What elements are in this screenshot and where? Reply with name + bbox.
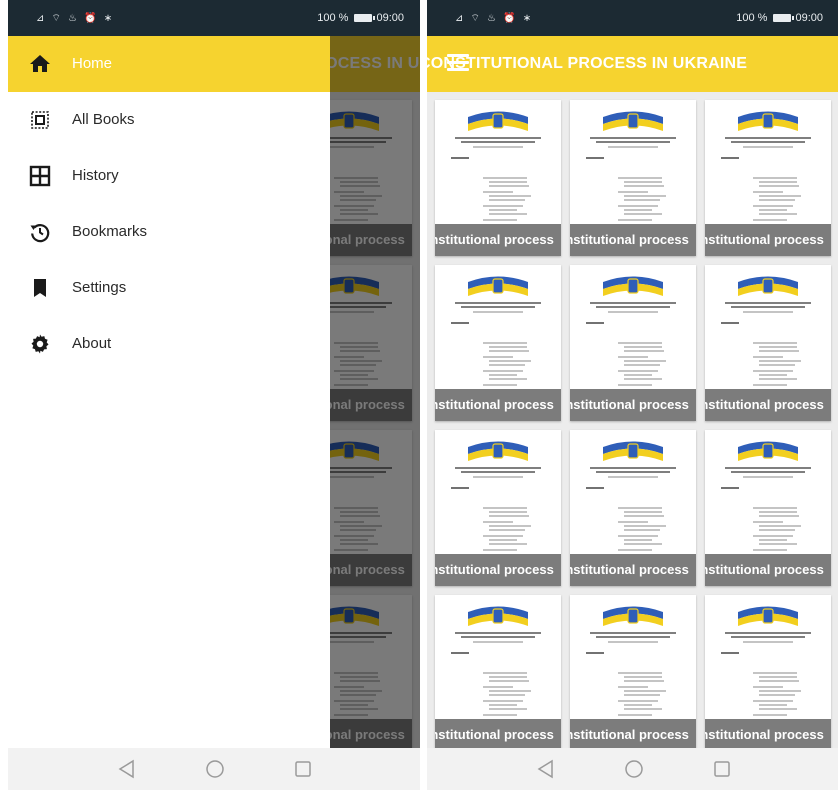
book-title-label: Constitutional process xyxy=(570,389,696,421)
book-card[interactable]: Constitutional process xyxy=(570,100,696,256)
book-cover-icon xyxy=(586,606,676,716)
book-cover-icon xyxy=(586,111,676,221)
signal-status-icons: ⊿ ⌔ ♨ ⏰ ∗ xyxy=(36,13,115,24)
book-card[interactable]: Constitutional process xyxy=(570,595,696,748)
drawer-item-label: Bookmarks xyxy=(72,223,148,240)
book-cover-icon xyxy=(721,276,811,386)
book-cover-icon xyxy=(721,606,811,716)
home-screen: ⊿ ⌔ ♨ ⏰ ∗ 100 % 09:00 CONSTITUTIONAL PRO… xyxy=(427,0,838,790)
book-cover-icon xyxy=(721,441,811,551)
battery-icon xyxy=(773,14,795,22)
bookmark-icon xyxy=(34,279,46,297)
book-title-label: Constitutional process xyxy=(435,554,561,586)
grid-icon xyxy=(29,165,51,187)
book-title: Constitutional process xyxy=(435,562,554,577)
book-card[interactable]: Constitutional process xyxy=(435,430,561,586)
app-bar: CONSTITUTIONAL PROCESS IN UKRAINE xyxy=(427,36,838,92)
status-right: 100 % 09:00 xyxy=(317,12,404,24)
home-circle-icon[interactable] xyxy=(623,758,645,780)
recents-square-icon[interactable] xyxy=(292,758,314,780)
book-title-label: Constitutional process xyxy=(705,224,831,256)
back-triangle-icon[interactable] xyxy=(116,758,138,780)
drawer-item-bookmarks[interactable]: Bookmarks xyxy=(8,204,330,260)
drawer-item-label: All Books xyxy=(72,111,135,128)
book-card[interactable]: Constitutional process xyxy=(570,430,696,586)
drawer-item-label: History xyxy=(72,167,119,184)
book-title: Constitutional process xyxy=(435,232,554,247)
book-title: Constitutional process xyxy=(570,232,689,247)
back-triangle-icon[interactable] xyxy=(535,758,557,780)
drawer-screen: ⊿ ⌔ ♨ ⏰ ∗ 100 % 09:00 CONSTITUTIONAL PRO… xyxy=(8,0,420,790)
book-title-label: Constitutional process xyxy=(570,719,696,748)
book-cover-icon xyxy=(586,276,676,386)
book-title: Constitutional process xyxy=(705,562,824,577)
system-nav-bar xyxy=(427,748,838,790)
book-card[interactable]: Constitutional process xyxy=(435,265,561,421)
drawer-item-label: Home xyxy=(72,55,113,72)
book-cover-icon xyxy=(451,276,541,386)
book-title-label: Constitutional process xyxy=(435,719,561,748)
book-title-label: Constitutional process xyxy=(705,719,831,748)
book-card[interactable]: Constitutional process xyxy=(705,595,831,748)
status-bar: ⊿ ⌔ ♨ ⏰ ∗ 100 % 09:00 xyxy=(8,0,420,36)
book-grid: Constitutional process Constitutional pro… xyxy=(435,100,831,748)
all-books-icon xyxy=(31,111,49,129)
book-title: Constitutional process xyxy=(570,727,689,742)
drawer-item-label: Settings xyxy=(72,279,127,296)
book-card[interactable]: Constitutional process xyxy=(705,100,831,256)
battery-icon xyxy=(354,14,376,22)
book-card[interactable]: Constitutional process xyxy=(705,265,831,421)
book-card[interactable]: Constitutional process xyxy=(435,100,561,256)
book-title: Constitutional process xyxy=(570,562,689,577)
book-title: Constitutional process xyxy=(705,232,824,247)
battery-percent: 100 % xyxy=(736,12,768,24)
history-icon xyxy=(30,224,50,243)
home-icon xyxy=(30,55,50,72)
book-card[interactable]: Constitutional process xyxy=(435,595,561,748)
drawer-scrim[interactable] xyxy=(330,36,420,748)
book-title-label: Constitutional process xyxy=(570,554,696,586)
book-card[interactable]: Constitutional process xyxy=(570,265,696,421)
drawer-item-about[interactable]: About xyxy=(8,316,330,372)
drawer-item-history[interactable]: History xyxy=(8,148,330,204)
drawer-item-label: About xyxy=(72,335,112,352)
drawer-item-home[interactable]: Home xyxy=(8,36,330,92)
gear-icon xyxy=(31,334,49,354)
book-cover-icon xyxy=(451,111,541,221)
book-title-label: Constitutional process xyxy=(705,389,831,421)
clock: 09:00 xyxy=(795,12,823,24)
drawer-item-all-books[interactable]: All Books xyxy=(8,92,330,148)
status-bar: ⊿ ⌔ ♨ ⏰ ∗ 100 % 09:00 xyxy=(427,0,838,36)
book-title: Constitutional process xyxy=(435,727,554,742)
system-nav-bar xyxy=(8,748,420,790)
app-title: CONSTITUTIONAL PROCESS IN UKRAINE xyxy=(427,55,748,72)
book-cover-icon xyxy=(586,441,676,551)
book-title: Constitutional process xyxy=(705,397,824,412)
drawer-item-settings[interactable]: Settings xyxy=(8,260,330,316)
status-right: 100 % 09:00 xyxy=(736,12,823,24)
book-title-label: Constitutional process xyxy=(435,224,561,256)
book-cover-icon xyxy=(721,111,811,221)
book-title-label: Constitutional process xyxy=(435,389,561,421)
book-grid-viewport[interactable]: Constitutional process Constitutional pro… xyxy=(427,92,838,748)
navigation-drawer: Home All Books History Bookmarks Setting… xyxy=(8,36,330,748)
book-title: Constitutional process xyxy=(570,397,689,412)
battery-percent: 100 % xyxy=(317,12,349,24)
book-title: Constitutional process xyxy=(705,727,824,742)
recents-square-icon[interactable] xyxy=(711,758,733,780)
book-cover-icon xyxy=(451,606,541,716)
book-cover-icon xyxy=(451,441,541,551)
clock: 09:00 xyxy=(376,12,404,24)
home-circle-icon[interactable] xyxy=(204,758,226,780)
book-title: Constitutional process xyxy=(435,397,554,412)
book-card[interactable]: Constitutional process xyxy=(705,430,831,586)
book-title-label: Constitutional process xyxy=(705,554,831,586)
book-title-label: Constitutional process xyxy=(570,224,696,256)
signal-status-icons: ⊿ ⌔ ♨ ⏰ ∗ xyxy=(455,13,534,24)
